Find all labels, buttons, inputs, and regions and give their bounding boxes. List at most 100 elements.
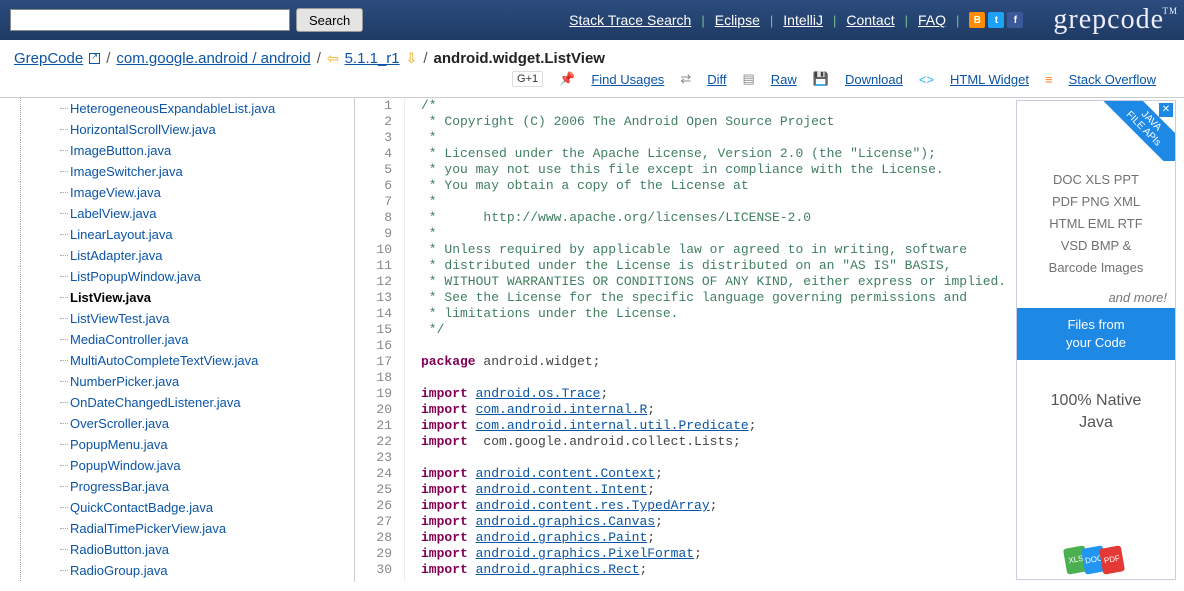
version-dropdown-icon[interactable]: ⇩ — [406, 50, 418, 67]
link-stacktrace[interactable]: Stack Trace Search — [569, 12, 691, 28]
line-number[interactable]: 2 — [355, 114, 392, 130]
code-content[interactable]: /* * Copyright (C) 2006 The Android Open… — [405, 98, 1012, 582]
line-number[interactable]: 12 — [355, 274, 392, 290]
gplus-button[interactable]: G+1 — [512, 71, 543, 87]
tree-item[interactable]: MultiAutoCompleteTextView.java — [20, 350, 354, 371]
tree-file-link[interactable]: RadialTimePickerView.java — [70, 521, 226, 536]
line-number[interactable]: 27 — [355, 514, 392, 530]
twitter-icon[interactable]: t — [988, 12, 1004, 28]
import-link[interactable]: android.graphics.Rect — [476, 562, 640, 577]
line-number[interactable]: 1 — [355, 98, 392, 114]
line-number[interactable]: 24 — [355, 466, 392, 482]
line-number[interactable]: 13 — [355, 290, 392, 306]
tree-file-link[interactable]: PopupMenu.java — [70, 437, 168, 452]
import-link[interactable]: android.os.Trace — [476, 386, 601, 401]
line-number[interactable]: 21 — [355, 418, 392, 434]
tree-item[interactable]: ImageView.java — [20, 182, 354, 203]
tree-file-link[interactable]: RadioButton.java — [70, 542, 169, 557]
line-number[interactable]: 28 — [355, 530, 392, 546]
line-number[interactable]: 16 — [355, 338, 392, 354]
tree-item[interactable]: ListPopupWindow.java — [20, 266, 354, 287]
link-intellij[interactable]: IntelliJ — [783, 12, 823, 28]
tree-item[interactable]: ListViewTest.java — [20, 308, 354, 329]
tree-item[interactable]: ImageButton.java — [20, 140, 354, 161]
tree-file-link[interactable]: RadioGroup.java — [70, 563, 168, 578]
line-number[interactable]: 6 — [355, 178, 392, 194]
import-link[interactable]: android.content.Intent — [476, 482, 648, 497]
external-link-icon[interactable] — [89, 53, 100, 64]
link-eclipse[interactable]: Eclipse — [715, 12, 760, 28]
line-number[interactable]: 26 — [355, 498, 392, 514]
tree-item[interactable]: PopupMenu.java — [20, 434, 354, 455]
tree-item[interactable]: ListAdapter.java — [20, 245, 354, 266]
tree-item[interactable]: NumberPicker.java — [20, 371, 354, 392]
line-number[interactable]: 10 — [355, 242, 392, 258]
prev-version-icon[interactable]: ⇦ — [327, 50, 339, 67]
link-contact[interactable]: Contact — [846, 12, 894, 28]
raw-link[interactable]: Raw — [771, 72, 797, 87]
tree-item[interactable]: LabelView.java — [20, 203, 354, 224]
crumb-root[interactable]: GrepCode — [14, 50, 83, 67]
search-button[interactable]: Search — [296, 8, 363, 32]
tree-item[interactable]: QuickContactBadge.java — [20, 497, 354, 518]
tree-file-link[interactable]: ListView.java — [70, 290, 151, 305]
import-link[interactable]: com.android.internal.R — [476, 402, 648, 417]
tree-item[interactable]: PopupWindow.java — [20, 455, 354, 476]
line-number[interactable]: 4 — [355, 146, 392, 162]
sidebar-ad[interactable]: ✕ JAVAFILE APIs DOC XLS PPT PDF PNG XML … — [1016, 100, 1176, 580]
line-number[interactable]: 17 — [355, 354, 392, 370]
tree-item[interactable]: RadialTimePickerView.java — [20, 518, 354, 539]
tree-file-link[interactable]: ProgressBar.java — [70, 479, 169, 494]
blogger-icon[interactable]: B — [969, 12, 985, 28]
tree-file-link[interactable]: HorizontalScrollView.java — [70, 122, 216, 137]
tree-item[interactable]: MediaController.java — [20, 329, 354, 350]
line-number[interactable]: 8 — [355, 210, 392, 226]
import-link[interactable]: com.android.internal.util.Predicate — [476, 418, 749, 433]
crumb-package[interactable]: com.google.android / android — [116, 50, 310, 67]
tree-item[interactable]: RadioButton.java — [20, 539, 354, 560]
tree-file-link[interactable]: HeterogeneousExpandableList.java — [70, 101, 275, 116]
line-number[interactable]: 25 — [355, 482, 392, 498]
line-number[interactable]: 14 — [355, 306, 392, 322]
tree-file-link[interactable]: ListPopupWindow.java — [70, 269, 201, 284]
line-number[interactable]: 3 — [355, 130, 392, 146]
tree-item[interactable]: ImageSwitcher.java — [20, 161, 354, 182]
facebook-icon[interactable]: f — [1007, 12, 1023, 28]
html-widget-link[interactable]: HTML Widget — [950, 72, 1029, 87]
tree-file-link[interactable]: MultiAutoCompleteTextView.java — [70, 353, 258, 368]
line-number[interactable]: 15 — [355, 322, 392, 338]
tree-file-link[interactable]: ImageButton.java — [70, 143, 171, 158]
tree-file-link[interactable]: NumberPicker.java — [70, 374, 179, 389]
import-link[interactable]: android.content.Context — [476, 466, 655, 481]
import-link[interactable]: android.graphics.Paint — [476, 530, 648, 545]
ad-close-icon[interactable]: ✕ — [1159, 103, 1173, 117]
tree-file-link[interactable]: LabelView.java — [70, 206, 157, 221]
stackoverflow-link[interactable]: Stack Overflow — [1069, 72, 1156, 87]
file-tree[interactable]: HeterogeneousExpandableList.java Horizont… — [0, 98, 355, 582]
line-number[interactable]: 9 — [355, 226, 392, 242]
download-link[interactable]: Download — [845, 72, 903, 87]
tree-item[interactable]: LinearLayout.java — [20, 224, 354, 245]
link-faq[interactable]: FAQ — [918, 12, 946, 28]
tree-item[interactable]: ListView.java — [20, 287, 354, 308]
crumb-version[interactable]: 5.1.1_r1 — [345, 50, 400, 67]
line-number[interactable]: 18 — [355, 370, 392, 386]
line-number[interactable]: 29 — [355, 546, 392, 562]
tree-file-link[interactable]: ImageSwitcher.java — [70, 164, 183, 179]
line-number[interactable]: 19 — [355, 386, 392, 402]
tree-file-link[interactable]: OnDateChangedListener.java — [70, 395, 241, 410]
import-link[interactable]: android.graphics.Canvas — [476, 514, 655, 529]
tree-item[interactable]: OverScroller.java — [20, 413, 354, 434]
diff-link[interactable]: Diff — [707, 72, 726, 87]
tree-file-link[interactable]: QuickContactBadge.java — [70, 500, 213, 515]
site-logo[interactable]: grepcodeTM — [1053, 4, 1164, 36]
find-usages-link[interactable]: Find Usages — [591, 72, 664, 87]
tree-item[interactable]: HeterogeneousExpandableList.java — [20, 98, 354, 119]
line-number[interactable]: 11 — [355, 258, 392, 274]
tree-file-link[interactable]: ListViewTest.java — [70, 311, 169, 326]
import-link[interactable]: android.content.res.TypedArray — [476, 498, 710, 513]
line-number[interactable]: 5 — [355, 162, 392, 178]
tree-file-link[interactable]: ImageView.java — [70, 185, 161, 200]
tree-file-link[interactable]: ListAdapter.java — [70, 248, 163, 263]
tree-item[interactable]: HorizontalScrollView.java — [20, 119, 354, 140]
